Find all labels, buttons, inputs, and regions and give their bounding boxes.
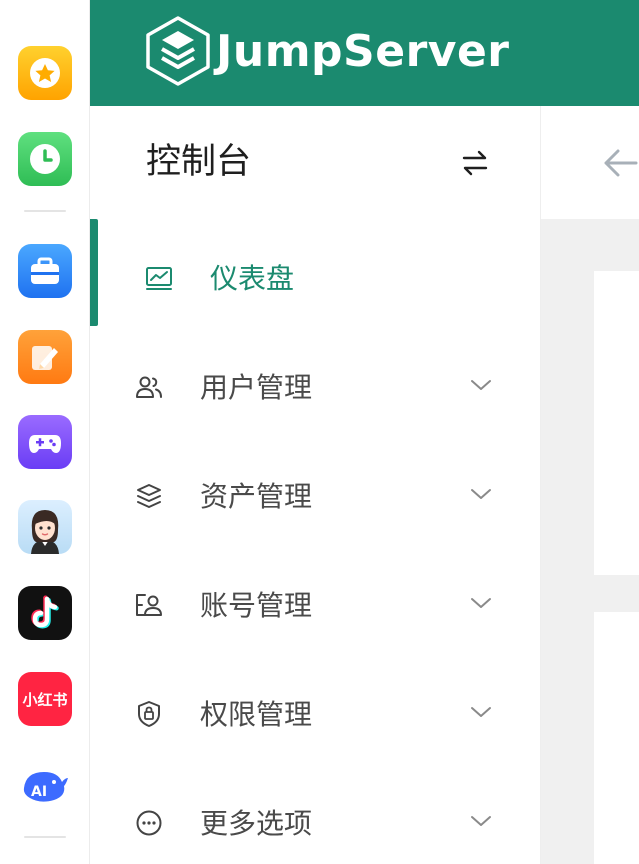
main-content bbox=[541, 219, 639, 864]
favorites-app-icon[interactable] bbox=[18, 46, 72, 100]
ai-whale-app-icon[interactable]: AI bbox=[18, 758, 72, 812]
tiktok-app-icon[interactable] bbox=[18, 586, 72, 640]
dashboard-chart-icon bbox=[146, 267, 172, 290]
ai-whale-app-label: AI bbox=[31, 784, 47, 800]
jumpserver-logo-icon bbox=[146, 16, 210, 86]
content-card bbox=[594, 271, 639, 575]
notes-app-icon[interactable] bbox=[18, 330, 72, 384]
nav-item-more[interactable]: 更多选项 bbox=[90, 768, 541, 864]
nav-item-users[interactable]: 用户管理 bbox=[90, 332, 541, 440]
dock-separator bbox=[24, 210, 66, 212]
nav-item-label: 用户管理 bbox=[200, 371, 313, 404]
dock-separator bbox=[24, 836, 66, 838]
clock-app-icon[interactable] bbox=[18, 132, 72, 186]
brand-name: JumpServer bbox=[216, 26, 510, 77]
avatar-app-icon[interactable] bbox=[18, 500, 72, 554]
xiaohongshu-app-label: 小红书 bbox=[22, 690, 68, 709]
game-controller-app-icon[interactable] bbox=[18, 415, 72, 469]
console-title: 控制台 bbox=[146, 142, 252, 182]
xiaohongshu-app[interactable]: 小红书 bbox=[18, 672, 72, 726]
nav-item-label: 权限管理 bbox=[200, 698, 313, 731]
layers-icon bbox=[137, 484, 161, 508]
nav-sidebar: 控制台 仪表盘 用户管理 资产管理 账号管理 权限管理 更多选项 bbox=[90, 106, 541, 864]
nav-item-dashboard[interactable]: 仪表盘 bbox=[90, 223, 541, 331]
swap-arrows-icon[interactable] bbox=[458, 146, 492, 180]
chevron-down-icon bbox=[471, 380, 491, 390]
chevron-down-icon bbox=[471, 707, 491, 717]
nav-item-label: 仪表盘 bbox=[210, 262, 295, 295]
briefcase-app-icon[interactable] bbox=[18, 244, 72, 298]
chevron-down-icon bbox=[471, 816, 491, 826]
nav-item-label: 更多选项 bbox=[200, 807, 313, 840]
chevron-down-icon bbox=[471, 598, 491, 608]
back-arrow-icon[interactable] bbox=[601, 146, 639, 180]
nav-item-label: 账号管理 bbox=[200, 589, 313, 622]
account-card-icon bbox=[136, 594, 162, 616]
users-icon bbox=[136, 376, 162, 398]
shield-lock-icon bbox=[138, 701, 160, 727]
more-circle-icon bbox=[136, 810, 162, 836]
content-card bbox=[594, 612, 639, 864]
nav-item-permissions[interactable]: 权限管理 bbox=[90, 659, 541, 767]
app-dock: 小红书 AI bbox=[0, 0, 90, 864]
main-header bbox=[541, 106, 639, 219]
chevron-down-icon bbox=[471, 489, 491, 499]
nav-item-label: 资产管理 bbox=[200, 480, 313, 513]
nav-item-accounts[interactable]: 账号管理 bbox=[90, 550, 541, 658]
nav-item-assets[interactable]: 资产管理 bbox=[90, 441, 541, 549]
